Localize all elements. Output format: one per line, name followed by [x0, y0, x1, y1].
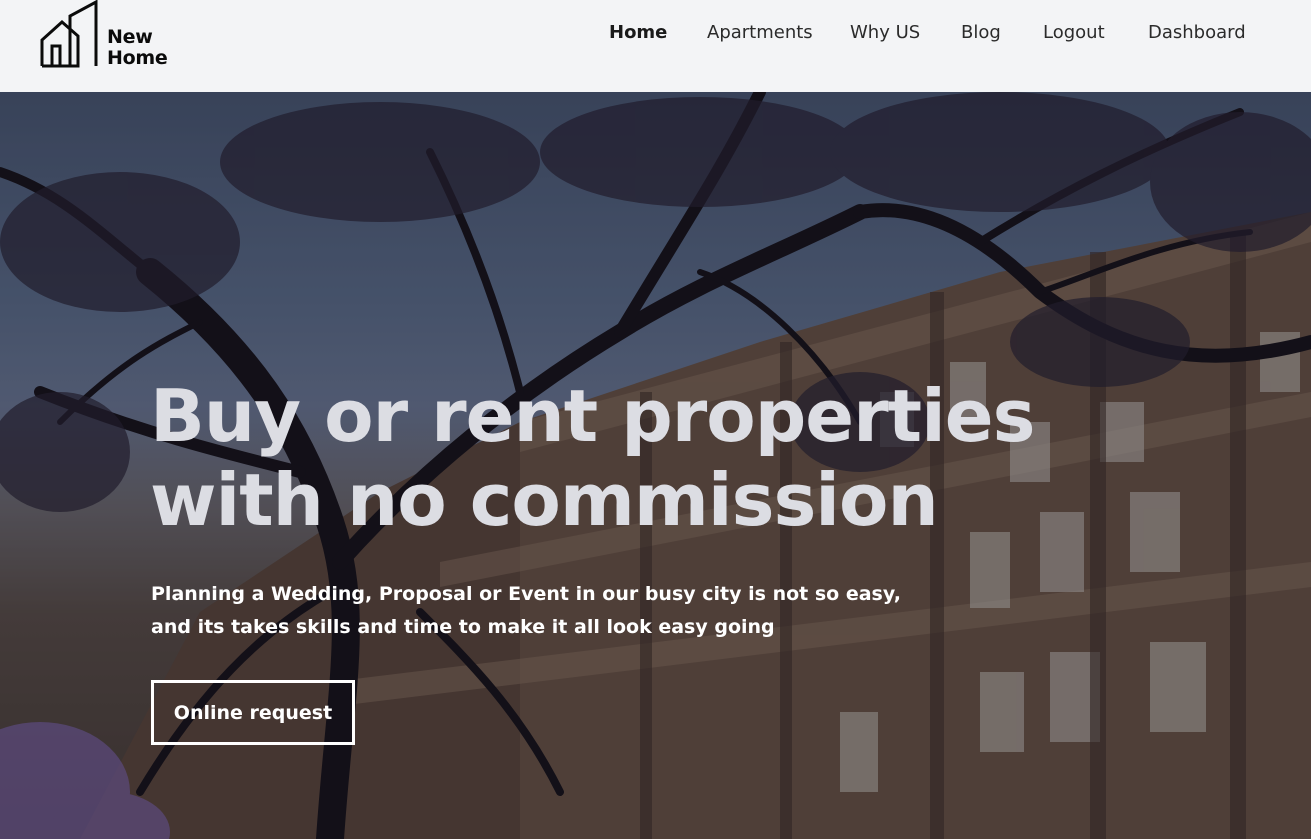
nav-home[interactable]: Home [609, 22, 667, 43]
hero-subtext-line1: Planning a Wedding, Proposal or Event in… [151, 583, 901, 605]
online-request-button[interactable]: Online request [151, 680, 355, 745]
hero-headline-line1: Buy or rent properties [150, 374, 1035, 458]
nav-apartments[interactable]: Apartments [707, 22, 813, 43]
hero-headline: Buy or rent properties with no commissio… [150, 374, 1050, 542]
nav-dashboard[interactable]: Dashboard [1148, 22, 1246, 43]
main-nav: Home Apartments Why US Blog Logout Dashb… [0, 22, 1311, 48]
nav-why-us[interactable]: Why US [850, 22, 920, 43]
nav-blog[interactable]: Blog [961, 22, 1001, 43]
hero-subtext-line2: and its takes skills and time to make it… [151, 616, 775, 638]
hero-headline-line2: with no commission [150, 458, 939, 542]
nav-logout[interactable]: Logout [1043, 22, 1105, 43]
hero-subtext: Planning a Wedding, Proposal or Event in… [151, 578, 911, 644]
brand-name-line2: Home [107, 47, 168, 69]
hero-section: Buy or rent properties with no commissio… [0, 92, 1311, 839]
site-header: New Home Home Apartments Why US Blog Log… [0, 0, 1311, 92]
